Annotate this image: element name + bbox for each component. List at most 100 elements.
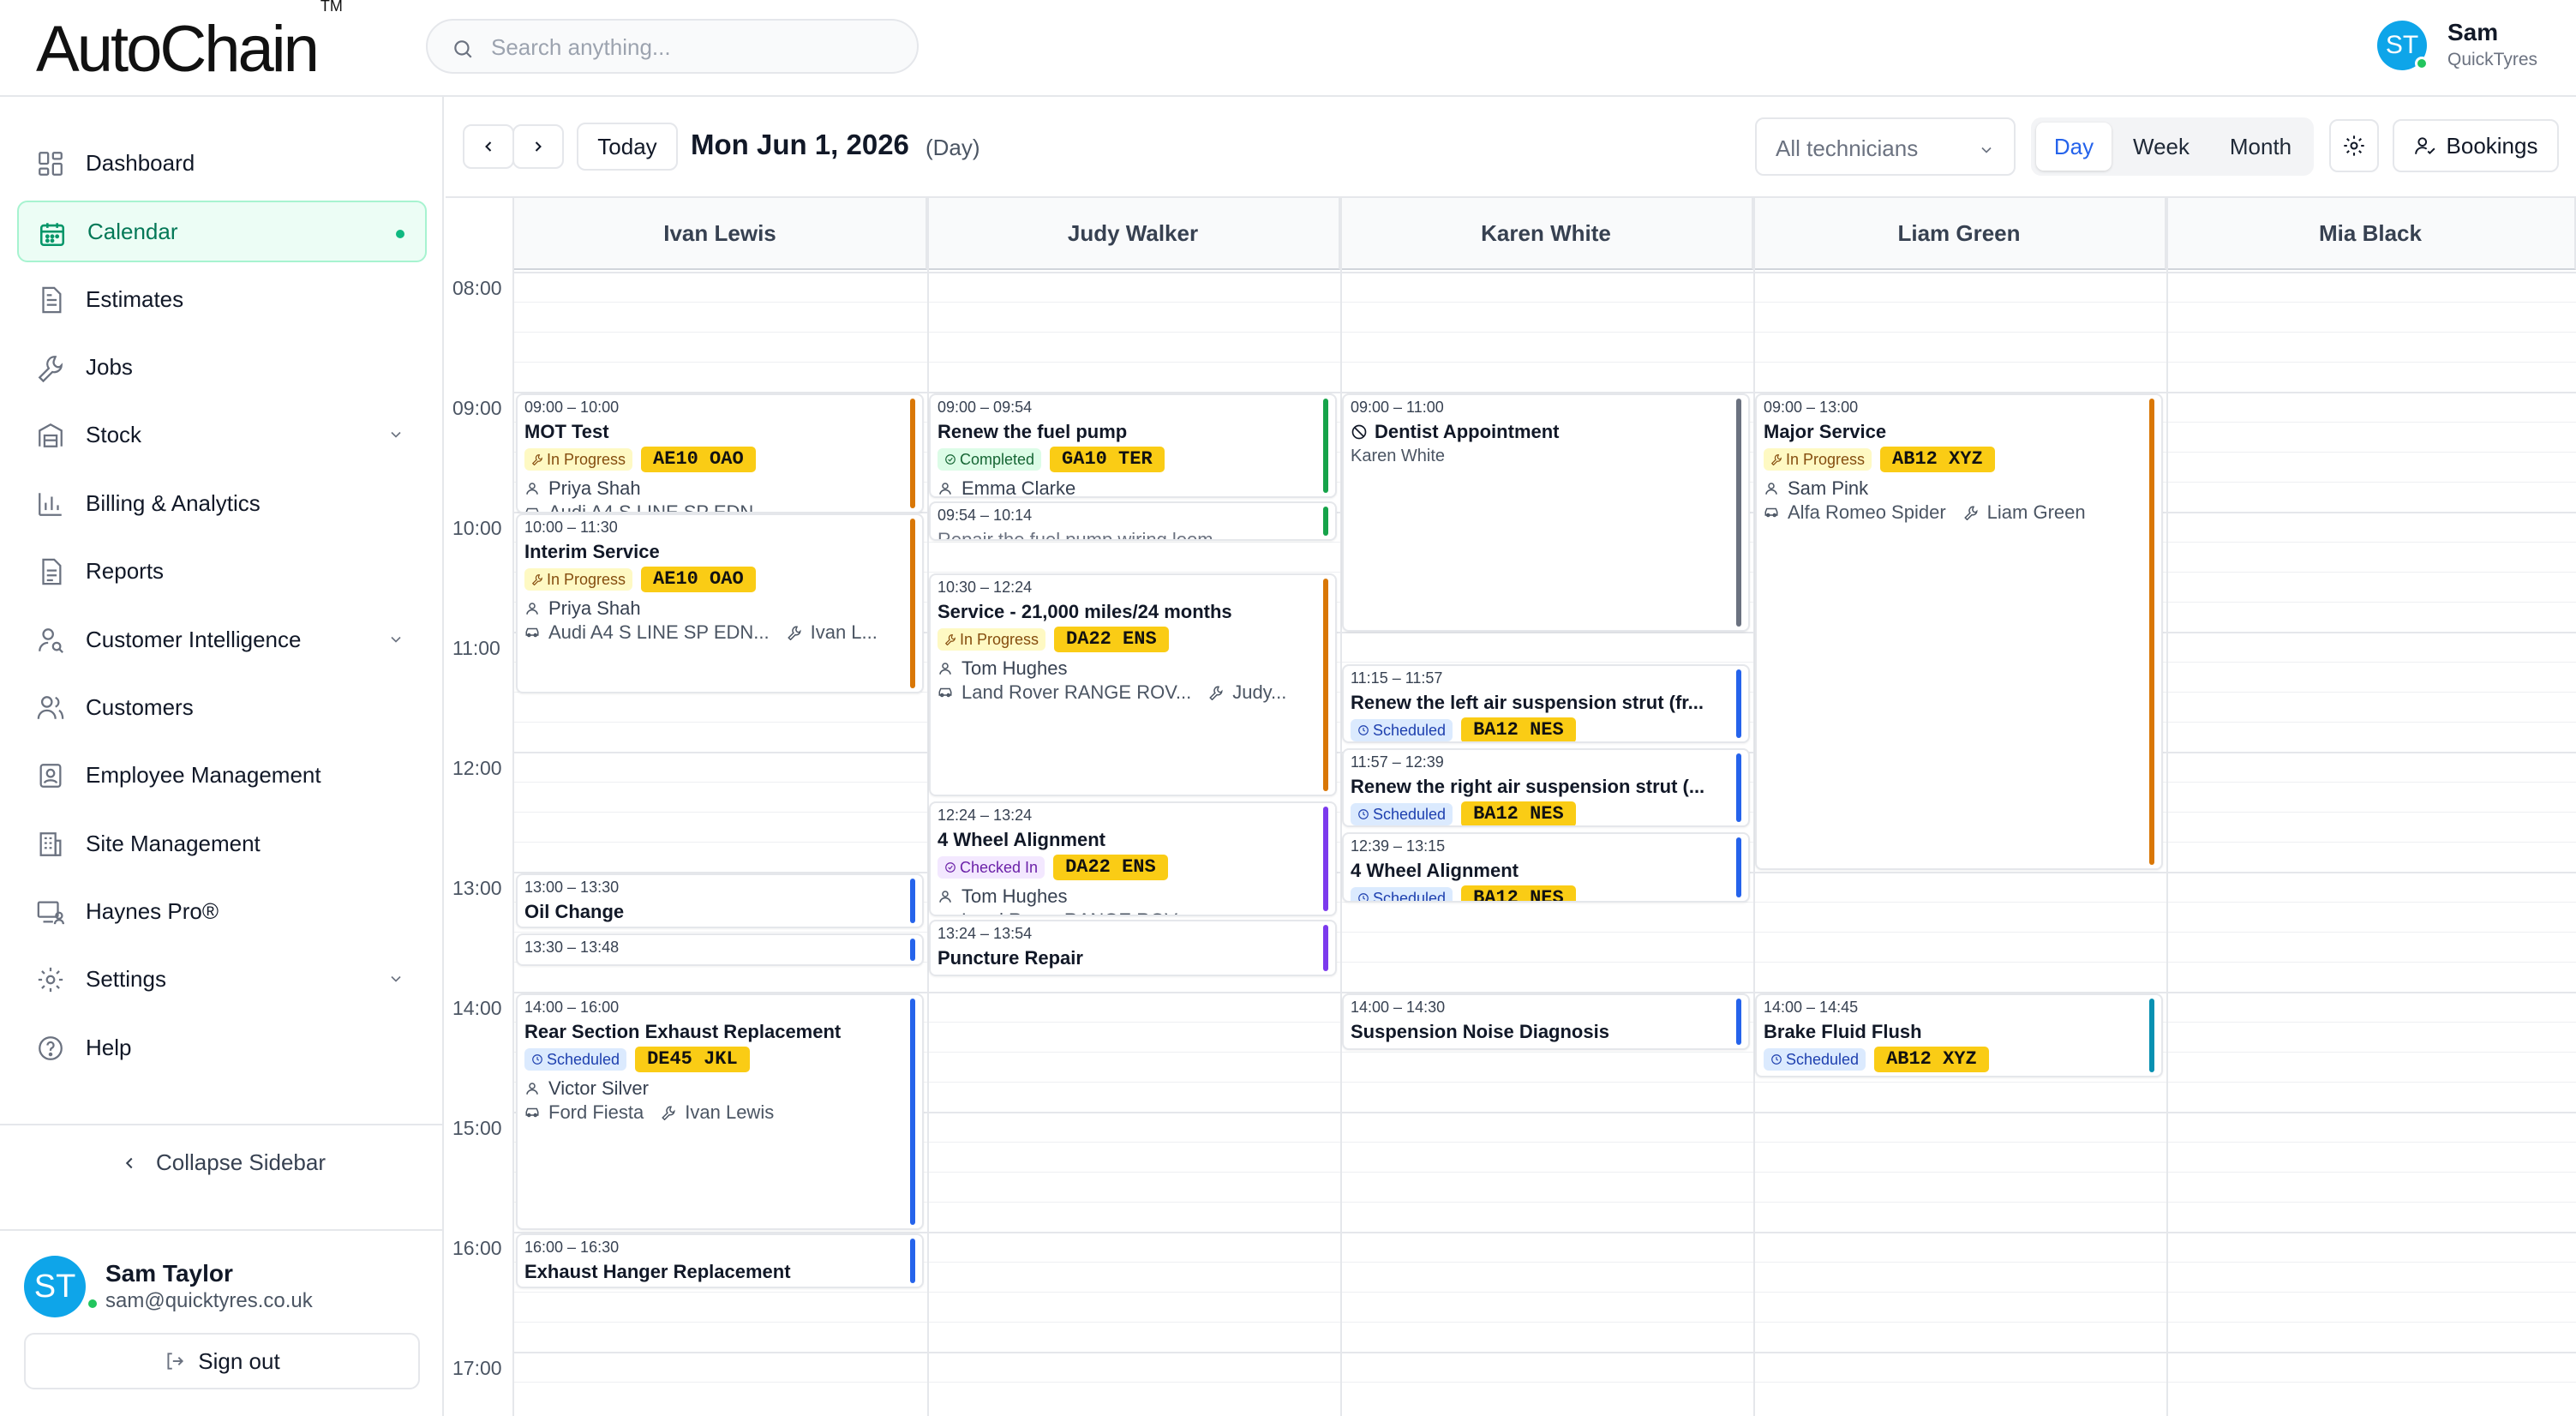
tech-column-header-ivan[interactable]: Ivan Lewis [514, 198, 927, 270]
event-time: 09:00 – 11:00 [1351, 399, 1444, 416]
status-text: Scheduled [1373, 721, 1447, 739]
vehicle-name: Audi A4 S LINE SP EDN... [548, 501, 770, 513]
today-button[interactable]: Today [577, 123, 678, 171]
technician-name: Liam Green [1986, 501, 2086, 523]
event-title: Exhaust Hanger Replacement [524, 1261, 791, 1282]
sidebar-item-customer-intelligence[interactable]: Customer Intelligence [17, 609, 427, 670]
registration-plate: BA12 NES [1461, 801, 1576, 825]
bookings-button[interactable]: Bookings [2393, 119, 2559, 172]
event-card-short[interactable]: 13:30 – 13:48 [516, 933, 924, 966]
status-color-bar [2149, 399, 2154, 865]
event-card-exhaust-hanger-replacement[interactable]: 16:00 – 16:30 Exhaust Hanger Replacement [516, 1233, 924, 1288]
wrench-icon [787, 626, 801, 640]
event-badges: Scheduled DE45 JKL [524, 1047, 750, 1072]
calendar-settings-button[interactable] [2329, 119, 2379, 172]
event-card-mot-test[interactable]: 09:00 – 10:00 MOT Test In Progress AE10 … [516, 393, 924, 513]
status-badge: In Progress [1764, 448, 1872, 471]
time-label: 17:00 [452, 1357, 502, 1379]
tech-column-header-judy[interactable]: Judy Walker [927, 198, 1340, 270]
event-card-major-service[interactable]: 09:00 – 13:00 Major Service In Progress … [1755, 393, 2163, 870]
event-card-service-21000[interactable]: 10:30 – 12:24 Service - 21,000 miles/24 … [929, 573, 1337, 796]
sidebar-item-dashboard[interactable]: Dashboard [17, 132, 427, 194]
event-card-4-wheel-alignment-karen[interactable]: 12:39 – 13:15 4 Wheel Alignment Schedule… [1342, 832, 1750, 903]
document-icon [42, 286, 62, 314]
event-card-left-air-suspension[interactable]: 11:15 – 11:57 Renew the left air suspens… [1342, 664, 1750, 743]
sidebar-item-customers[interactable]: Customers [17, 676, 427, 738]
car-icon [938, 913, 953, 916]
search-box[interactable] [426, 19, 919, 74]
status-text: Checked In [960, 858, 1039, 876]
sidebar-item-stock[interactable]: Stock [17, 404, 427, 465]
user-avatar[interactable]: ST [24, 1256, 86, 1317]
event-badges: Checked In DA22 ENS [938, 855, 1168, 880]
view-day-button[interactable]: Day [2036, 123, 2112, 171]
view-month-button[interactable]: Month [2211, 123, 2310, 171]
avatar-initials: ST [2385, 31, 2419, 59]
status-color-bar [2149, 999, 2154, 1072]
check-circle-icon [945, 862, 956, 873]
sign-out-button[interactable]: Sign out [24, 1333, 420, 1389]
event-card-right-air-suspension[interactable]: 11:57 – 12:39 Renew the right air suspen… [1342, 748, 1750, 827]
event-card-interim-service[interactable]: 10:00 – 11:30 Interim Service In Progres… [516, 513, 924, 693]
chevron-down-icon [391, 975, 401, 982]
registration-plate: AE10 OAO [641, 447, 756, 472]
quarter-line [514, 1292, 2576, 1293]
sidebar-item-settings[interactable]: Settings [17, 948, 427, 1010]
event-customer: Tom Hughes [938, 885, 1068, 908]
event-card-fuel-pump-wiring[interactable]: 09:54 – 10:14 Repair the fuel pump wirin… [929, 501, 1337, 541]
gear-icon [38, 967, 63, 993]
event-card-suspension-noise-diagnosis[interactable]: 14:00 – 14:30 Suspension Noise Diagnosis [1342, 993, 1750, 1050]
event-card-oil-change[interactable]: 13:00 – 13:30 Oil Change [516, 873, 924, 928]
event-time: 13:30 – 13:48 [524, 939, 620, 956]
quarter-line [514, 932, 2576, 933]
sidebar-item-jobs[interactable]: Jobs [17, 336, 427, 398]
event-vehicle: Alfa Romeo Spider Liam Green [1764, 501, 2086, 524]
technician-filter-select[interactable]: All technicians [1755, 117, 2016, 176]
event-card-4-wheel-alignment-judy[interactable]: 12:24 – 13:24 4 Wheel Alignment Checked … [929, 801, 1337, 916]
sidebar-item-site-management[interactable]: Site Management [17, 813, 427, 874]
status-badge: Scheduled [1764, 1048, 1866, 1071]
clock-icon [532, 1054, 542, 1065]
hour-line [514, 1352, 2576, 1353]
sidebar-item-calendar[interactable]: Calendar [17, 201, 427, 262]
status-color-bar [910, 1239, 915, 1283]
sidebar-item-help[interactable]: Help [17, 1017, 427, 1078]
prev-day-button[interactable] [463, 124, 514, 169]
event-badges: Scheduled BA12 NES [1351, 801, 1576, 825]
logo-trademark: TM [320, 0, 343, 15]
registration-plate: AB12 XYZ [1880, 447, 1995, 472]
tech-column-header-liam[interactable]: Liam Green [1753, 198, 2166, 270]
next-day-button[interactable] [512, 124, 564, 169]
status-color-bar [910, 519, 915, 688]
collapse-sidebar-button[interactable]: Collapse Sidebar [120, 1149, 326, 1176]
event-time: 09:00 – 09:54 [938, 399, 1033, 416]
sidebar-item-label: Estimates [86, 285, 184, 312]
view-week-button[interactable]: Week [2117, 123, 2206, 171]
customer-name: Victor Silver [548, 1077, 649, 1099]
app-logo[interactable]: AutoChainTM [36, 0, 343, 87]
user-icon [526, 483, 538, 495]
tech-column-header-mia[interactable]: Mia Black [2166, 198, 2576, 270]
event-card-brake-fluid-flush[interactable]: 14:00 – 14:45 Brake Fluid Flush Schedule… [1755, 993, 2163, 1077]
search-input[interactable] [491, 31, 894, 63]
status-badge: In Progress [524, 568, 633, 591]
sidebar-item-haynes-pro[interactable]: Haynes Pro® [17, 880, 427, 942]
chevron-left-icon [485, 141, 492, 152]
sidebar-item-billing-analytics[interactable]: Billing & Analytics [17, 472, 427, 534]
registration-plate: BA12 NES [1461, 885, 1576, 901]
sidebar-item-reports[interactable]: Reports [17, 540, 427, 602]
time-label: 08:00 [452, 277, 502, 299]
event-title: MOT Test [524, 421, 609, 442]
event-card-puncture-repair[interactable]: 13:24 – 13:54 Puncture Repair [929, 920, 1337, 976]
sidebar-item-employee-management[interactable]: Employee Management [17, 744, 427, 806]
sidebar-item-estimates[interactable]: Estimates [17, 268, 427, 330]
status-color-bar [1323, 579, 1328, 791]
event-card-rear-exhaust-replacement[interactable]: 14:00 – 16:00 Rear Section Exhaust Repla… [516, 993, 924, 1230]
sign-out-icon [167, 1353, 184, 1370]
sidebar-item-label: Reports [86, 557, 165, 584]
event-card-renew-fuel-pump[interactable]: 09:00 – 09:54 Renew the fuel pump Comple… [929, 393, 1337, 498]
user-icon [939, 663, 951, 675]
tech-column-header-karen[interactable]: Karen White [1340, 198, 1753, 270]
event-card-dentist-appointment[interactable]: 09:00 – 11:00 Dentist Appointment Karen … [1342, 393, 1750, 632]
logo-text-main: Auto [36, 13, 162, 86]
